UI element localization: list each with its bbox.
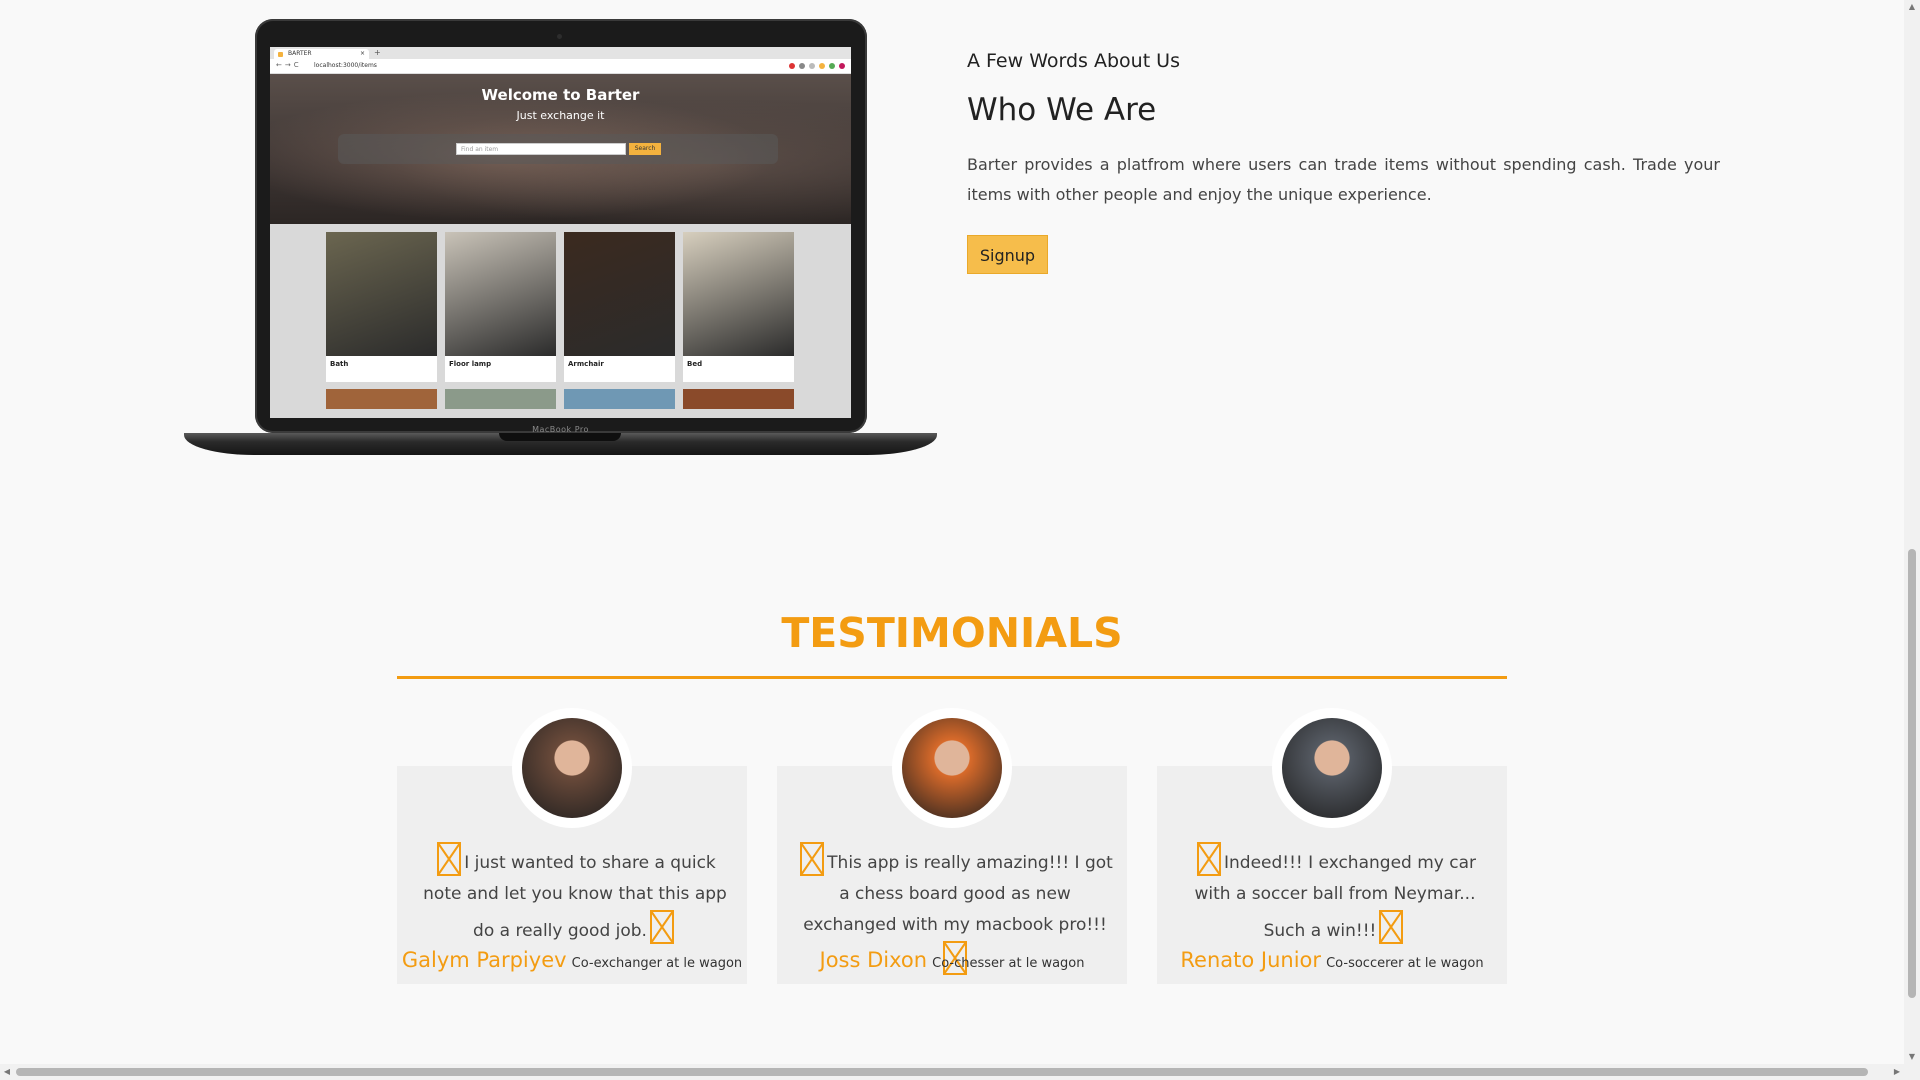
mini-hero-subtitle: Just exchange it <box>516 109 605 122</box>
mini-item-card <box>683 389 794 409</box>
testimonial-name: Galym Parpiyev <box>401 948 567 972</box>
avatar-ring <box>1272 708 1392 828</box>
about-title: Who We Are <box>967 92 1157 128</box>
mini-item-card: Floor lamp <box>445 232 556 382</box>
browser-address-bar: ←→C localhost:3000/items <box>270 59 851 74</box>
laptop-brand-label: MacBook Pro <box>532 425 589 434</box>
item-label: Floor lamp <box>449 360 492 368</box>
item-label: Armchair <box>568 360 604 368</box>
about-description: Barter provides a platfrom where users c… <box>967 155 1720 204</box>
scrollbar-corner <box>1904 1064 1920 1080</box>
testimonial-name: Joss Dixon <box>819 948 928 972</box>
profile-icon <box>839 63 845 69</box>
avatar <box>902 718 1002 818</box>
horizontal-scroll-thumb[interactable] <box>16 1068 1868 1076</box>
mini-item-card: Bath <box>326 232 437 382</box>
close-quote-icon <box>649 910 674 944</box>
close-quote-icon <box>1379 910 1404 944</box>
mini-item-card <box>445 389 556 409</box>
mini-item-card: Armchair <box>564 232 675 382</box>
extension-icon <box>819 63 825 69</box>
item-photo <box>564 232 675 356</box>
open-quote-icon <box>437 842 462 876</box>
testimonial-card: Indeed!!! I exchanged my car with a socc… <box>1157 708 1507 984</box>
browser-url: localhost:3000/items <box>314 62 377 69</box>
vertical-scroll-thumb[interactable] <box>1908 549 1916 998</box>
avatar <box>1282 718 1382 818</box>
browser-extension-icons <box>789 63 845 69</box>
laptop-base <box>184 433 937 455</box>
testimonial-quote: I just wanted to share a quick note and … <box>417 842 733 947</box>
new-tab-icon: + <box>374 48 381 57</box>
mini-search-panel: Find an item Search <box>338 134 778 164</box>
mini-search-input: Find an item <box>456 143 626 155</box>
item-label: Bath <box>330 360 349 368</box>
laptop-screen: BARTER × + ←→C localhost:3000/items Welc… <box>270 47 851 418</box>
extension-icon <box>789 63 795 69</box>
testimonial-card: This app is really amazing!!! I got a ch… <box>777 708 1127 984</box>
mini-item-card: Bed <box>683 232 794 382</box>
testimonial-quote-text: I just wanted to share a quick note and … <box>423 853 727 941</box>
testimonial-quote-text: This app is really amazing!!! I got a ch… <box>803 853 1113 935</box>
testimonial-card: I just wanted to share a quick note and … <box>397 708 747 984</box>
testimonial-footer: Renato Junior Co-soccerer at le wagon <box>1157 948 1507 972</box>
mini-hero-banner: Welcome to Barter Just exchange it Find … <box>270 74 851 224</box>
signup-button[interactable]: Signup <box>967 235 1048 274</box>
testimonial-role: Co-soccerer at le wagon <box>1326 956 1484 971</box>
extension-icon <box>799 63 805 69</box>
open-quote-icon <box>800 842 825 876</box>
browser-tab: BARTER × <box>274 49 369 59</box>
close-icon: × <box>359 50 365 57</box>
scroll-left-icon[interactable]: ◀ <box>0 1064 14 1080</box>
open-quote-icon <box>1196 842 1221 876</box>
extension-icon <box>809 63 815 69</box>
testimonial-role: Co-exchanger at le wagon <box>571 956 743 971</box>
favicon-icon <box>278 52 283 57</box>
item-photo <box>326 232 437 356</box>
avatar-ring <box>512 708 632 828</box>
testimonial-footer: Joss Dixon Co-chesser at le wagon <box>777 948 1127 972</box>
item-label: Bed <box>687 360 703 368</box>
browser-tab-title: BARTER <box>288 50 312 57</box>
laptop-camera <box>557 34 562 39</box>
mini-search-button: Search <box>629 143 661 155</box>
scroll-right-icon[interactable]: ▶ <box>1890 1064 1904 1080</box>
testimonials-heading: TESTIMONIALS <box>781 609 1123 657</box>
mini-item-card <box>564 389 675 409</box>
extension-icon <box>829 63 835 69</box>
laptop-mockup: BARTER × + ←→C localhost:3000/items Welc… <box>184 19 937 459</box>
laptop-lid: BARTER × + ←→C localhost:3000/items Welc… <box>255 19 867 433</box>
testimonial-footer: Galym Parpiyev Co-exchanger at le wagon <box>397 948 747 972</box>
browser-nav-icons: ←→C <box>276 61 302 69</box>
browser-tab-strip: BARTER × + <box>270 47 851 59</box>
testimonial-quote-text: Indeed!!! I exchanged my car with a socc… <box>1194 853 1477 941</box>
mini-hero-title: Welcome to Barter <box>481 86 640 104</box>
testimonial-role: Co-chesser at le wagon <box>932 956 1085 971</box>
horizontal-scrollbar[interactable]: ◀ ▶ <box>0 1064 1904 1080</box>
item-photo <box>683 232 794 356</box>
testimonial-quote: Indeed!!! I exchanged my car with a socc… <box>1177 842 1493 947</box>
mini-item-card <box>326 389 437 409</box>
vertical-scrollbar[interactable]: ▲ ▼ <box>1904 0 1920 1064</box>
laptop-notch <box>499 433 621 441</box>
testimonial-name: Renato Junior <box>1180 948 1322 972</box>
item-photo <box>445 232 556 356</box>
scroll-up-icon[interactable]: ▲ <box>1904 0 1920 14</box>
avatar-ring <box>892 708 1012 828</box>
avatar <box>522 718 622 818</box>
about-kicker: A Few Words About Us <box>967 50 1180 72</box>
scroll-down-icon[interactable]: ▼ <box>1904 1050 1920 1064</box>
testimonials-divider <box>397 676 1507 679</box>
